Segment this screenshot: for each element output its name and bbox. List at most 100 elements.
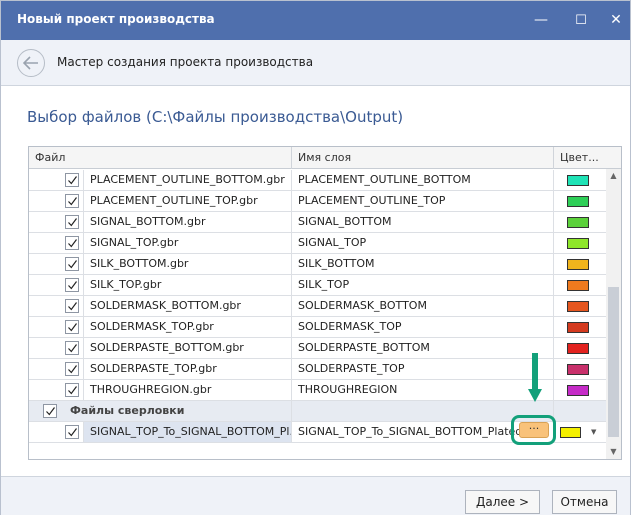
column-header-file[interactable]: Файл: [29, 147, 292, 169]
row-checkbox[interactable]: [65, 278, 79, 292]
title-bar: Новый проект производства — ☐ ✕: [1, 1, 630, 40]
layer-name[interactable]: SOLDERMASK_BOTTOM: [292, 296, 554, 317]
vertical-scrollbar[interactable]: ▲ ▼: [606, 169, 621, 459]
file-name[interactable]: SIGNAL_TOP.gbr: [83, 233, 292, 254]
color-swatch: [567, 238, 589, 249]
file-row[interactable]: SILK_TOP.gbr SILK_TOP: [29, 275, 606, 296]
row-indent: [29, 254, 83, 275]
drill-checkbox[interactable]: [65, 425, 79, 439]
row-indent: [29, 296, 83, 317]
scroll-up-icon[interactable]: ▲: [606, 169, 621, 183]
scroll-down-icon[interactable]: ▼: [606, 445, 621, 459]
row-indent: [29, 380, 83, 401]
file-row[interactable]: SOLDERMASK_TOP.gbr SOLDERMASK_TOP: [29, 317, 606, 338]
file-name[interactable]: THROUGHREGION.gbr: [83, 380, 292, 401]
layer-name[interactable]: SOLDERMASK_TOP: [292, 317, 554, 338]
file-row[interactable]: PLACEMENT_OUTLINE_BOTTOM.gbr PLACEMENT_OU…: [29, 170, 606, 191]
file-row[interactable]: SILK_BOTTOM.gbr SILK_BOTTOM: [29, 254, 606, 275]
file-row[interactable]: SIGNAL_BOTTOM.gbr SIGNAL_BOTTOM: [29, 212, 606, 233]
color-cell[interactable]: [554, 338, 606, 359]
wizard-window: Новый проект производства — ☐ ✕ Мастер с…: [0, 0, 631, 515]
file-name[interactable]: SOLDERMASK_TOP.gbr: [83, 317, 292, 338]
wizard-footer: Далее > Отмена: [1, 476, 630, 515]
row-indent: [29, 359, 83, 380]
row-checkbox[interactable]: [65, 215, 79, 229]
row-checkbox[interactable]: [65, 194, 79, 208]
layer-name[interactable]: PLACEMENT_OUTLINE_TOP: [292, 191, 554, 212]
color-cell[interactable]: [554, 317, 606, 338]
color-swatch: [567, 301, 589, 312]
layer-name[interactable]: SIGNAL_BOTTOM: [292, 212, 554, 233]
file-name[interactable]: SOLDERMASK_BOTTOM.gbr: [83, 296, 292, 317]
row-checkbox[interactable]: [65, 257, 79, 271]
row-checkbox[interactable]: [65, 341, 79, 355]
scroll-thumb[interactable]: [608, 287, 619, 437]
wizard-header: Мастер создания проекта производства: [1, 40, 630, 86]
file-row[interactable]: SOLDERPASTE_TOP.gbr SOLDERPASTE_TOP: [29, 359, 606, 380]
color-cell[interactable]: [554, 359, 606, 380]
color-cell[interactable]: [554, 275, 606, 296]
color-cell[interactable]: [554, 212, 606, 233]
row-checkbox[interactable]: [65, 383, 79, 397]
file-name[interactable]: SOLDERPASTE_BOTTOM.gbr: [83, 338, 292, 359]
color-cell[interactable]: [554, 191, 606, 212]
color-swatch: [567, 196, 589, 207]
files-grid: Файл Имя слоя Цвет... PLACEMENT_OUTLINE_…: [28, 146, 622, 460]
dropdown-arrow-icon[interactable]: ▼: [591, 422, 596, 442]
file-name[interactable]: PLACEMENT_OUTLINE_TOP.gbr: [83, 191, 292, 212]
cancel-button[interactable]: Отмена: [552, 490, 617, 514]
layer-name[interactable]: SILK_TOP: [292, 275, 554, 296]
next-button[interactable]: Далее >: [465, 490, 540, 514]
row-checkbox[interactable]: [65, 173, 79, 187]
drill-color-cell[interactable]: ▼: [554, 422, 606, 443]
color-cell[interactable]: [554, 170, 606, 191]
row-indent: [29, 233, 83, 254]
row-indent: [29, 191, 83, 212]
color-cell[interactable]: [554, 296, 606, 317]
file-name[interactable]: PLACEMENT_OUTLINE_BOTTOM.gbr: [83, 170, 292, 191]
layer-name[interactable]: SIGNAL_TOP: [292, 233, 554, 254]
color-swatch: [567, 364, 589, 375]
file-name[interactable]: SILK_BOTTOM.gbr: [83, 254, 292, 275]
column-header-layer-name[interactable]: Имя слоя: [292, 147, 554, 169]
color-cell[interactable]: [554, 233, 606, 254]
group-cell: Файлы сверловки: [29, 401, 292, 422]
drill-file-name[interactable]: SIGNAL_TOP_To_SIGNAL_BOTTOM_Pl...: [83, 422, 292, 443]
layer-name[interactable]: THROUGHREGION: [292, 380, 554, 401]
color-swatch: [567, 259, 589, 270]
row-checkbox[interactable]: [65, 362, 79, 376]
color-swatch: [567, 343, 589, 354]
group-checkbox[interactable]: [43, 404, 57, 418]
file-row[interactable]: SOLDERPASTE_BOTTOM.gbr SOLDERPASTE_BOTTOM: [29, 338, 606, 359]
file-name[interactable]: SIGNAL_BOTTOM.gbr: [83, 212, 292, 233]
color-cell[interactable]: [554, 380, 606, 401]
row-checkbox[interactable]: [65, 236, 79, 250]
close-button[interactable]: ✕: [598, 1, 631, 40]
file-name[interactable]: SILK_TOP.gbr: [83, 275, 292, 296]
color-swatch: [567, 322, 589, 333]
file-row[interactable]: THROUGHREGION.gbr THROUGHREGION: [29, 380, 606, 401]
drill-color-swatch: [560, 427, 581, 438]
ellipsis-button[interactable]: ···: [519, 422, 549, 438]
row-indent: [29, 170, 83, 191]
minimize-button[interactable]: —: [523, 1, 559, 40]
layer-name[interactable]: SOLDERPASTE_BOTTOM: [292, 338, 554, 359]
layer-name[interactable]: PLACEMENT_OUTLINE_BOTTOM: [292, 170, 554, 191]
layer-name[interactable]: SILK_BOTTOM: [292, 254, 554, 275]
maximize-button[interactable]: ☐: [563, 1, 599, 40]
file-row[interactable]: SIGNAL_TOP.gbr SIGNAL_TOP: [29, 233, 606, 254]
color-swatch: [567, 175, 589, 186]
color-cell[interactable]: [554, 254, 606, 275]
section-title: Выбор файлов (C:\Файлы производства\Outp…: [27, 108, 404, 126]
file-row[interactable]: SOLDERMASK_BOTTOM.gbr SOLDERMASK_BOTTOM: [29, 296, 606, 317]
color-swatch: [567, 385, 589, 396]
column-header-color[interactable]: Цвет...: [554, 147, 606, 169]
row-checkbox[interactable]: [65, 320, 79, 334]
back-button[interactable]: [17, 49, 45, 77]
row-checkbox[interactable]: [65, 299, 79, 313]
group-cell-color: [554, 401, 606, 422]
file-row[interactable]: PLACEMENT_OUTLINE_TOP.gbr PLACEMENT_OUTLI…: [29, 191, 606, 212]
file-name[interactable]: SOLDERPASTE_TOP.gbr: [83, 359, 292, 380]
layer-name[interactable]: SOLDERPASTE_TOP: [292, 359, 554, 380]
group-label: Файлы сверловки: [70, 404, 185, 417]
